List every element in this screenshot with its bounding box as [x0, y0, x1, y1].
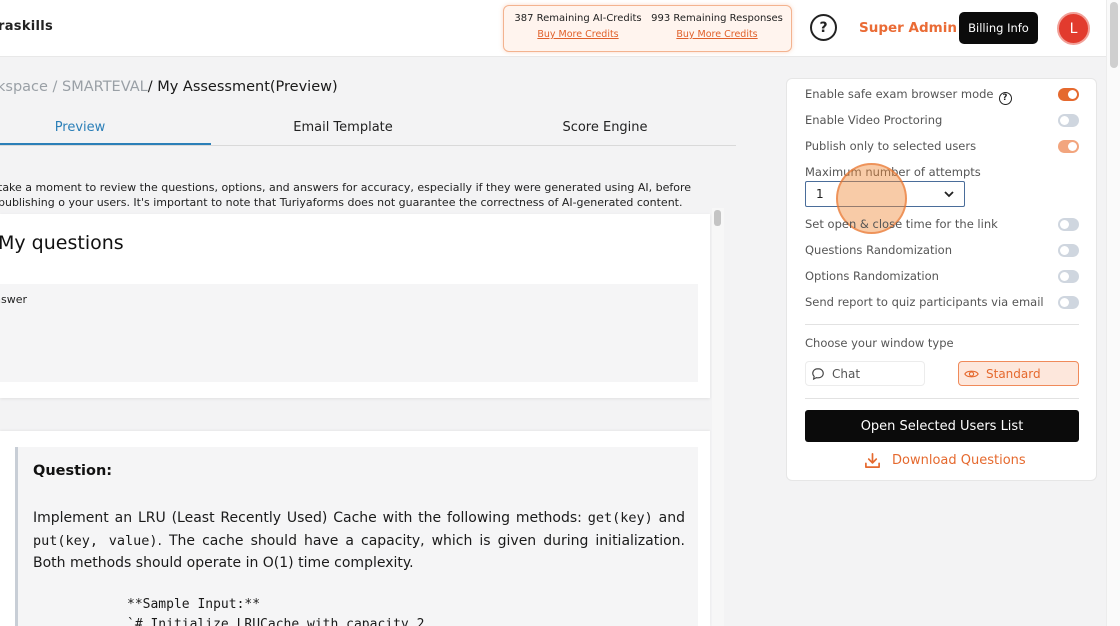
questions-random-toggle[interactable] [1058, 244, 1079, 257]
question-code-get: get(key) [587, 510, 653, 526]
max-attempts-label: Maximum number of attempts [805, 165, 981, 179]
ai-review-notice: take a moment to review the questions, o… [0, 181, 692, 209]
content-scrollbar[interactable] [712, 208, 724, 626]
buy-responses-link[interactable]: Buy More Credits [651, 29, 783, 40]
content-scrollbar-thumb[interactable] [714, 210, 721, 226]
download-questions-label: Download Questions [892, 453, 1026, 468]
top-header: raskills 387 Remaining AI-Credits Buy Mo… [0, 0, 1106, 57]
send-report-toggle[interactable] [1058, 296, 1079, 309]
safe-exam-label: Enable safe exam browser mode? [805, 87, 1012, 105]
chat-bubble-icon [812, 367, 824, 380]
user-role-label: Super Admin [859, 20, 957, 36]
window-type-label: Choose your window type [805, 336, 954, 350]
download-questions-button[interactable]: Download Questions [864, 452, 1026, 469]
safe-exam-toggle[interactable] [1058, 88, 1079, 101]
answer-label: nswer [0, 293, 27, 306]
question-text-part: Implement an LRU (Least Recently Used) C… [33, 510, 588, 526]
question-label: Question: [33, 463, 113, 479]
settings-divider [805, 398, 1079, 399]
question-text-part: and [652, 510, 685, 526]
window-type-standard-label: Standard [986, 366, 1041, 381]
send-report-label: Send report to quiz participants via ema… [805, 295, 1044, 309]
help-icon[interactable]: ? [810, 14, 837, 41]
open-close-time-label: Set open & close time for the link [805, 217, 998, 231]
tab-preview[interactable]: Preview [0, 120, 160, 135]
credits-box: 387 Remaining AI-Credits Buy More Credit… [503, 5, 792, 52]
question-mark-icon[interactable]: ? [998, 91, 1012, 105]
options-random-toggle[interactable] [1058, 270, 1079, 283]
buy-ai-credits-link[interactable]: Buy More Credits [512, 29, 644, 40]
max-attempts-value: 1 [816, 187, 824, 201]
page-scrollbar[interactable] [1106, 0, 1120, 626]
open-selected-users-button[interactable]: Open Selected Users List [805, 410, 1079, 442]
window-type-chat[interactable]: Chat [805, 361, 925, 386]
billing-info-button[interactable]: Billing Info [959, 12, 1038, 44]
safe-exam-text: Enable safe exam browser mode [805, 87, 994, 101]
breadcrumb-workspace-link[interactable]: kspace / SMARTEVAL [0, 79, 148, 95]
video-proctoring-toggle[interactable] [1058, 114, 1079, 127]
publish-selected-toggle[interactable] [1058, 140, 1079, 153]
eye-icon [964, 370, 979, 377]
responses-count: 993 Remaining Responses [651, 13, 783, 24]
tab-email-template[interactable]: Email Template [243, 120, 443, 135]
page-scrollbar-thumb[interactable] [1110, 2, 1118, 68]
open-close-time-toggle[interactable] [1058, 218, 1079, 231]
tab-bar: Preview Email Template Score Engine [0, 112, 736, 146]
ai-credits-count: 387 Remaining AI-Credits [514, 13, 642, 24]
video-proctoring-label: Enable Video Proctoring [805, 113, 943, 127]
avatar[interactable]: L [1057, 12, 1090, 45]
max-attempts-select[interactable]: 1 [805, 181, 965, 207]
answer-box [0, 284, 698, 382]
questions-random-label: Questions Randomization [805, 243, 953, 257]
tab-score-engine[interactable]: Score Engine [505, 120, 705, 135]
download-icon [865, 453, 880, 468]
publish-selected-label: Publish only to selected users [805, 139, 977, 153]
sample-input-heading: **Sample Input:** [127, 597, 261, 612]
question-text: Implement an LRU (Least Recently Used) C… [33, 507, 685, 575]
window-type-standard[interactable]: Standard [958, 361, 1079, 386]
settings-divider [805, 324, 1079, 325]
questions-panel-title: My questions [0, 232, 124, 254]
window-type-chat-label: Chat [832, 366, 861, 381]
chevron-down-icon [943, 185, 955, 206]
responses-column: 993 Remaining Responses Buy More Credits [651, 13, 783, 40]
question-code-put: put(key, value) [33, 532, 158, 549]
options-random-label: Options Randomization [805, 269, 939, 283]
sample-input-line: `# Initialize LRUCache with capacity 2 [127, 617, 425, 626]
active-tab-indicator [0, 143, 211, 145]
brand-logo[interactable]: raskills [0, 19, 53, 34]
ai-credits-column: 387 Remaining AI-Credits Buy More Credit… [512, 13, 644, 40]
breadcrumb-current: / My Assessment(Preview) [147, 79, 338, 95]
breadcrumb: kspace / SMARTEVAL/ My Assessment(Previe… [0, 79, 338, 95]
